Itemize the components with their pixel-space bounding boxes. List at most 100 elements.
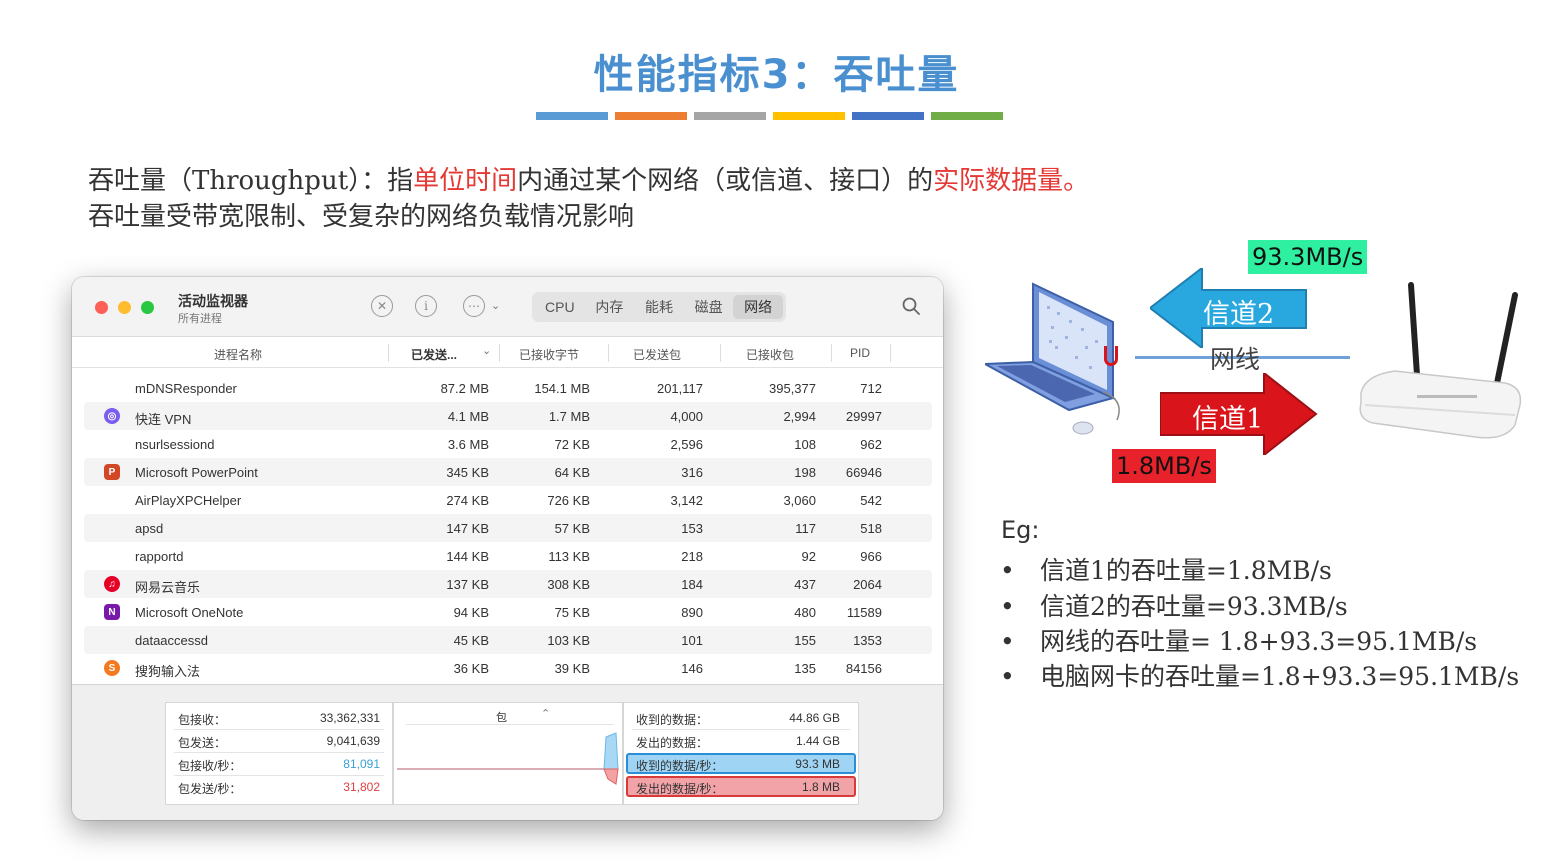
- process-name: 搜狗输入法: [135, 664, 201, 679]
- tab-disk[interactable]: 磁盘: [684, 295, 734, 319]
- window-subtitle: 所有进程: [178, 313, 222, 325]
- packets-sent: 4,000: [670, 409, 703, 424]
- bytes-sent: 147 KB: [446, 521, 489, 536]
- table-row[interactable]: P Microsoft PowerPoint 345 KB 64 KB 316 …: [84, 458, 932, 486]
- tab-cpu[interactable]: CPU: [535, 295, 585, 319]
- bytes-sent: 94 KB: [453, 605, 489, 620]
- stat-value: 1.8 MB: [801, 780, 840, 794]
- column-divider: [608, 344, 609, 362]
- column-header-packets-sent[interactable]: 已发送包: [633, 346, 681, 363]
- bytes-received: 103 KB: [547, 633, 590, 648]
- color-bar-segment: [694, 112, 766, 120]
- bytes-sent: 3.6 MB: [447, 437, 489, 452]
- stat-label: 包接收/秒：: [178, 759, 242, 773]
- example-heading: Eg:: [1001, 516, 1040, 544]
- table-row[interactable]: mDNSResponder 87.2 MB 154.1 MB 201,117 3…: [84, 374, 932, 402]
- graph-mode-select[interactable]: 包 ⌃: [406, 708, 614, 725]
- stat-value: 1.44 GB: [795, 734, 840, 748]
- tab-memory[interactable]: 内存: [585, 295, 635, 319]
- bytes-received: 726 KB: [547, 493, 590, 508]
- updown-chevron-icon: ⌃: [541, 708, 551, 720]
- example-text: 信道2的吞吐量=93.3MB/s: [1040, 592, 1348, 621]
- example-item: • 信道2的吞吐量=93.3MB/s: [1000, 587, 1348, 623]
- packets-received: 480: [794, 605, 816, 620]
- pid: 1353: [853, 633, 882, 648]
- more-actions-icon[interactable]: ⋯: [463, 295, 485, 317]
- stat-label: 发出的数据/秒：: [636, 782, 724, 796]
- sort-chevron-icon[interactable]: ⌄: [482, 344, 491, 357]
- info-icon[interactable]: i: [415, 295, 437, 317]
- activity-monitor-window: 活动监视器 所有进程 ✕ i ⋯ ⌄ CPU 内存 能耗 磁盘 网络 进程名称 …: [72, 277, 943, 820]
- column-header-process-name[interactable]: 进程名称: [214, 346, 262, 363]
- packets-sent: 890: [681, 605, 703, 620]
- color-bar-segment: [852, 112, 924, 120]
- table-row[interactable]: N Microsoft OneNote 94 KB 75 KB 890 480 …: [84, 598, 932, 626]
- packets-received: 2,994: [783, 409, 816, 424]
- packets-sent: 146: [681, 661, 703, 676]
- packets-sent: 3,142: [670, 493, 703, 508]
- stop-process-icon[interactable]: ✕: [371, 295, 393, 317]
- tab-network[interactable]: 网络: [733, 295, 783, 319]
- packets-received: 198: [794, 465, 816, 480]
- stat-label: 收到的数据：: [636, 713, 709, 727]
- table-row[interactable]: ◎ 快连 VPN 4.1 MB 1.7 MB 4,000 2,994 29997: [84, 402, 932, 430]
- bytes-received: 154.1 MB: [534, 381, 590, 396]
- pid: 966: [860, 549, 882, 564]
- divider: [174, 752, 384, 753]
- column-divider: [890, 344, 891, 362]
- search-icon[interactable]: [902, 297, 920, 315]
- packets-received: 135: [794, 661, 816, 676]
- divider: [174, 729, 384, 730]
- process-name: nsurlsessiond: [135, 437, 215, 452]
- bytes-sent: 144 KB: [446, 549, 489, 564]
- example-text: 电脑网卡的吞吐量=1.8+93.3=95.1MB/s: [1040, 662, 1520, 691]
- table-row[interactable]: rapportd 144 KB 113 KB 218 92 966: [84, 542, 932, 570]
- table-row[interactable]: AirPlayXPCHelper 274 KB 726 KB 3,142 3,0…: [84, 486, 932, 514]
- packets-received: 108: [794, 437, 816, 452]
- table-row[interactable]: dataaccessd 45 KB 103 KB 101 155 1353: [84, 626, 932, 654]
- stat-label: 收到的数据/秒：: [636, 759, 724, 773]
- column-header-packets-received[interactable]: 已接收包: [746, 346, 794, 363]
- minimize-window-button[interactable]: [118, 301, 131, 314]
- process-name: mDNSResponder: [135, 381, 237, 396]
- stat-value: 81,091: [343, 757, 380, 771]
- pid: 712: [860, 381, 882, 396]
- packets-received: 395,377: [769, 381, 816, 396]
- packets-received: 155: [794, 633, 816, 648]
- column-header-bytes-received[interactable]: 已接收字节: [519, 346, 579, 363]
- table-row[interactable]: nsurlsessiond 3.6 MB 72 KB 2,596 108 962: [84, 430, 932, 458]
- table-row[interactable]: ♫ 网易云音乐 137 KB 308 KB 184 437 2064: [84, 570, 932, 598]
- window-toolbar: 活动监视器 所有进程 ✕ i ⋯ ⌄ CPU 内存 能耗 磁盘 网络: [72, 277, 943, 337]
- bytes-sent: 4.1 MB: [447, 409, 489, 424]
- channel1-label: 信道1: [1192, 404, 1264, 435]
- tab-energy[interactable]: 能耗: [634, 295, 684, 319]
- bytes-received: 75 KB: [554, 605, 590, 620]
- bytes-received: 39 KB: [554, 661, 590, 676]
- color-bar-segment: [931, 112, 1003, 120]
- column-header-pid[interactable]: PID: [850, 346, 870, 360]
- close-window-button[interactable]: [95, 301, 108, 314]
- bullet-icon: •: [1000, 627, 1015, 656]
- zoom-window-button[interactable]: [141, 301, 154, 314]
- column-divider: [831, 344, 832, 362]
- process-name: dataaccessd: [135, 633, 208, 648]
- router-icon: [1359, 282, 1522, 439]
- bytes-sent: 45 KB: [453, 633, 489, 648]
- bytes-sent: 345 KB: [446, 465, 489, 480]
- column-header-bytes-sent[interactable]: 已发送...: [411, 346, 457, 363]
- stat-value: 33,362,331: [319, 711, 380, 725]
- definition-line-2: 吞吐量受带宽限制、受复杂的网络负载情况影响: [88, 202, 635, 232]
- bullet-icon: •: [1000, 556, 1015, 585]
- stat-value: 44.86 GB: [789, 711, 840, 725]
- example-item: • 网线的吞吐量= 1.8+93.3=95.1MB/s: [1000, 622, 1477, 658]
- packets-sent: 184: [681, 577, 703, 592]
- table-header: 进程名称 已发送... ⌄ 已接收字节 已发送包 已接收包 PID: [72, 338, 943, 368]
- example-item: • 信道1的吞吐量=1.8MB/s: [1000, 551, 1332, 587]
- chevron-down-icon[interactable]: ⌄: [491, 299, 500, 312]
- packets-received: 437: [794, 577, 816, 592]
- stat-value: 31,802: [343, 780, 380, 794]
- slide-title: 性能指标3：吞吐量: [593, 52, 960, 98]
- table-row[interactable]: apsd 147 KB 57 KB 153 117 518: [84, 514, 932, 542]
- packets-sent: 218: [681, 549, 703, 564]
- table-row[interactable]: S 搜狗输入法 36 KB 39 KB 146 135 84156: [84, 654, 932, 682]
